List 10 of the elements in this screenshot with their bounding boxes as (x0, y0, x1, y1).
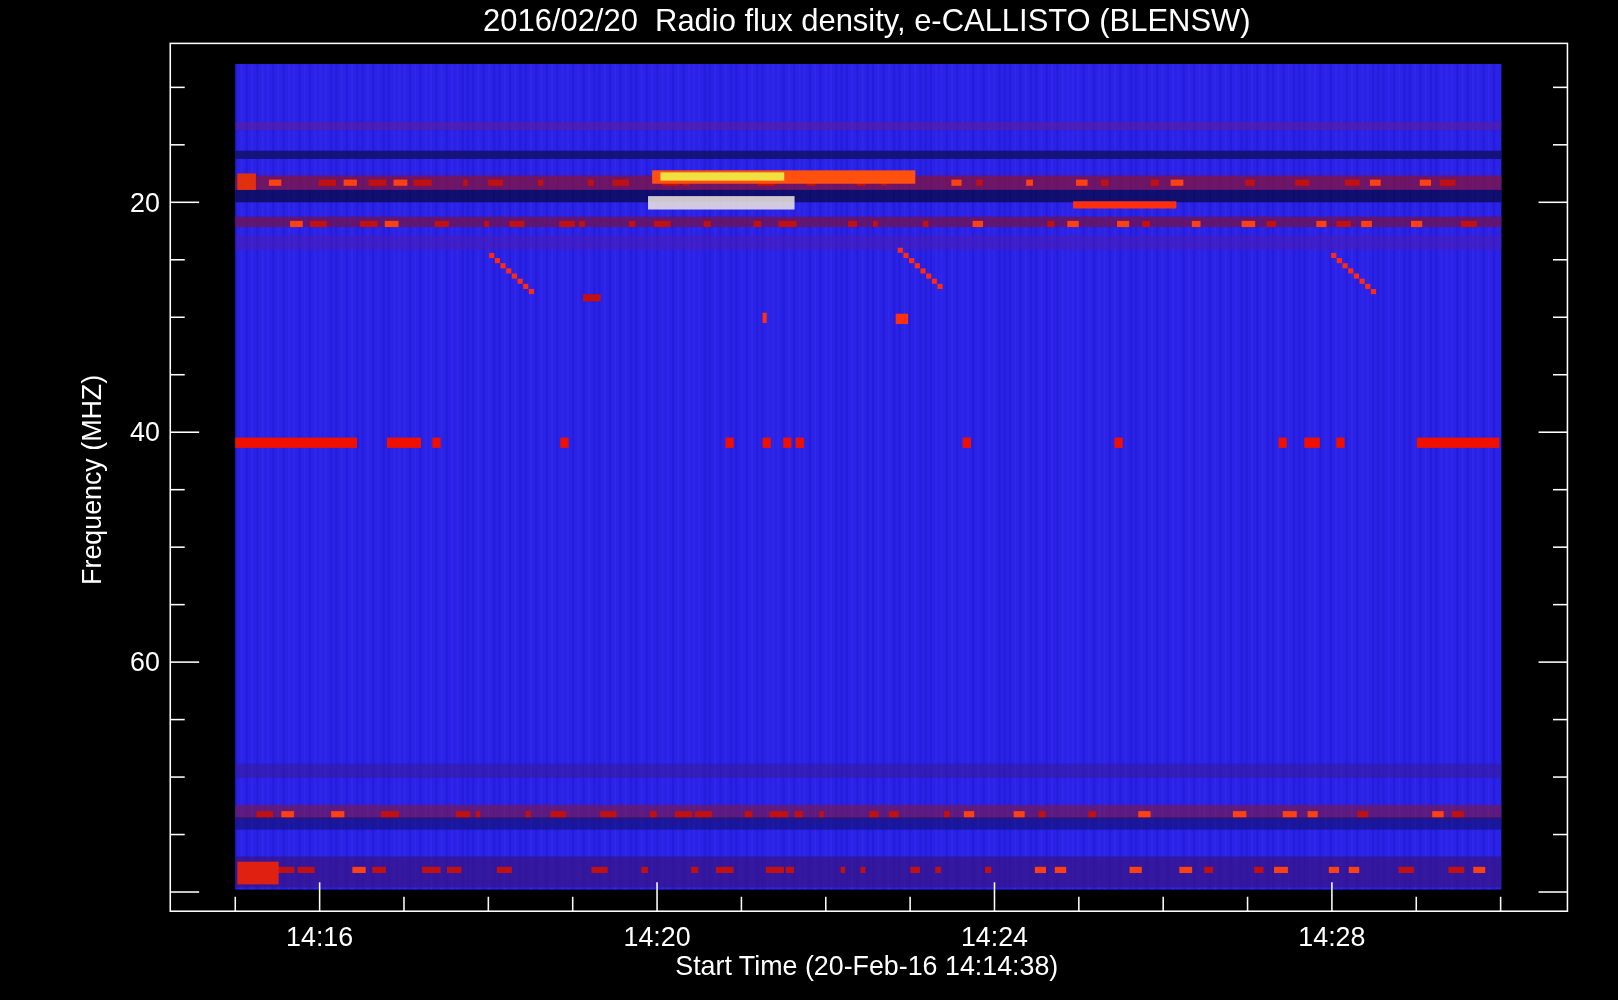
chart-title: 2016/02/20 Radio flux density, e-CALLISTO (BLENSW) (483, 3, 1251, 38)
x-tick-label: 14:24 (960, 922, 1029, 953)
x-tick-label: 14:20 (623, 922, 691, 953)
y-tick-label: 60 (130, 647, 160, 678)
y-tick-label: 20 (130, 187, 160, 218)
y-axis-label: Frequency (MHZ) (77, 374, 108, 585)
x-tick-label: 14:28 (1298, 922, 1366, 953)
x-tick-label: 14:16 (286, 922, 354, 953)
x-axis-label: Start Time (20-Feb-16 14:14:38) (675, 951, 1059, 982)
y-tick-label: 40 (130, 417, 160, 448)
